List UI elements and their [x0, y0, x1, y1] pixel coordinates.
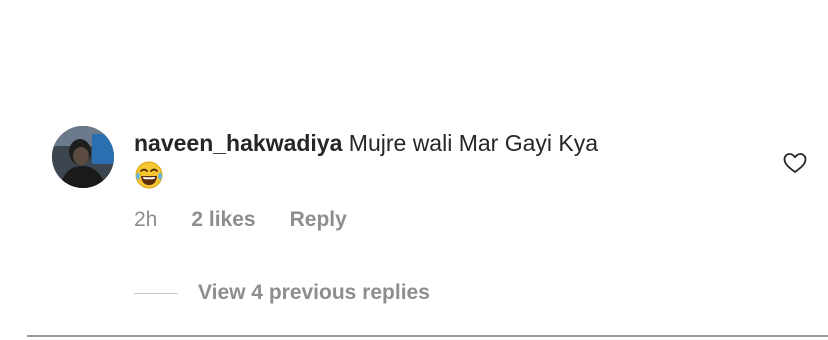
avatar-image	[52, 126, 114, 188]
comment-timestamp: 2h	[134, 208, 158, 231]
heart-outline-icon[interactable]	[782, 150, 808, 176]
comment: naveen_hakwadiya Mujre wali Mar Gayi Kya…	[0, 0, 828, 340]
comment-username[interactable]: naveen_hakwadiya	[134, 130, 342, 156]
avatar[interactable]	[52, 126, 114, 188]
comment-meta: 2h 2 likes Reply	[134, 205, 347, 235]
view-previous-replies-label: View 4 previous replies	[198, 281, 430, 304]
comment-text: Mujre wali Mar Gayi Kya	[348, 130, 599, 156]
view-previous-replies-button[interactable]: View 4 previous replies	[134, 278, 430, 308]
bottom-divider	[27, 335, 828, 337]
replies-divider-line	[134, 292, 178, 294]
comment-likes[interactable]: 2 likes	[191, 208, 255, 232]
reply-button[interactable]: Reply	[290, 208, 347, 232]
comment-body: naveen_hakwadiya Mujre wali Mar Gayi Kya	[134, 128, 754, 158]
laughing-with-tears-emoji-icon	[135, 161, 163, 189]
